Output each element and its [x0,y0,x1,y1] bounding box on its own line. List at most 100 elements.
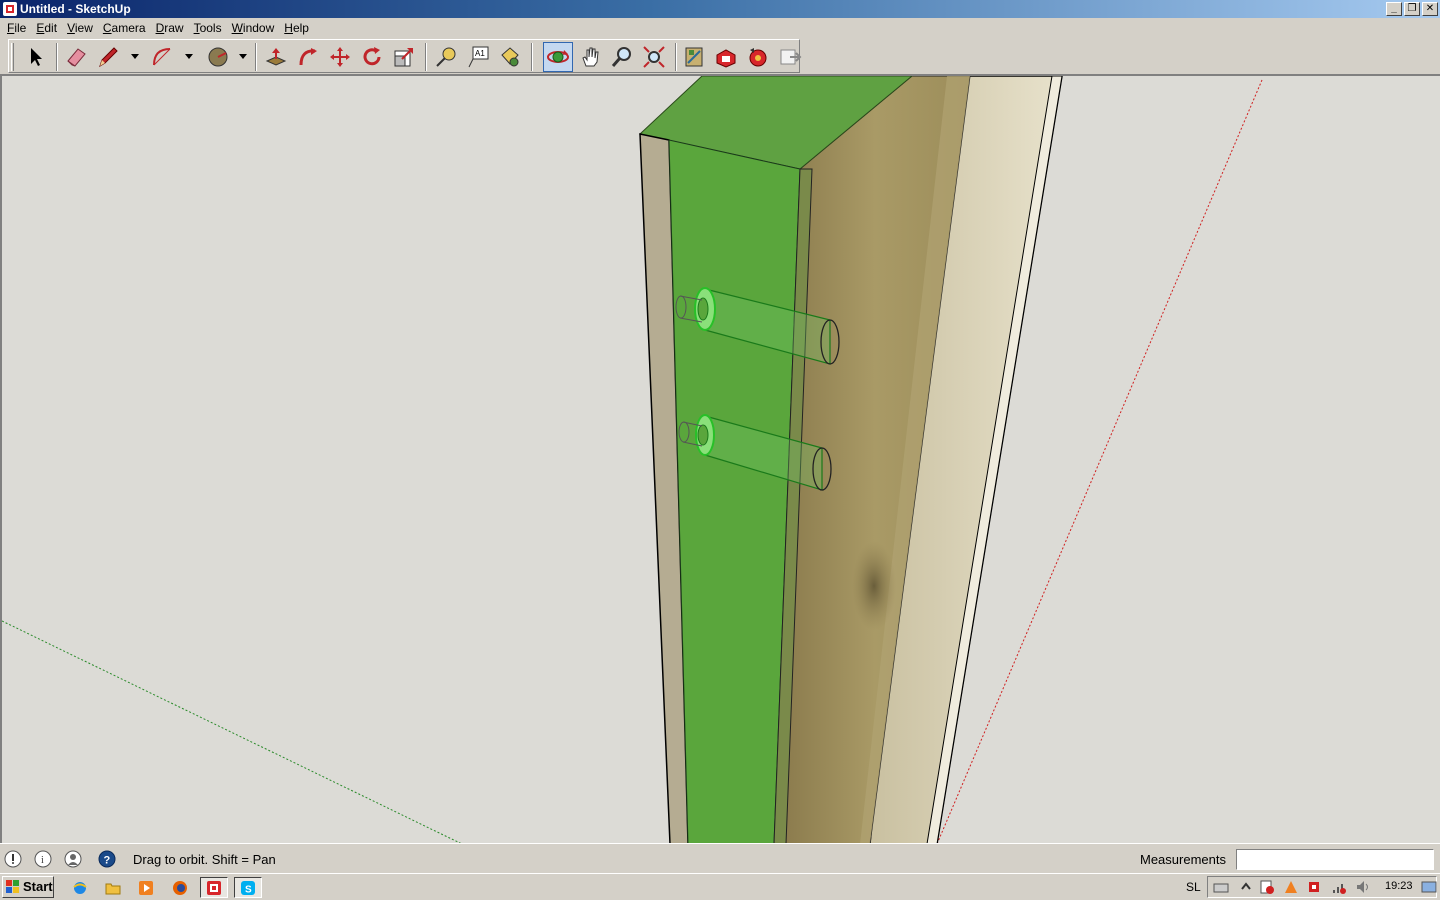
taskbar-skype[interactable]: S [234,877,262,898]
3d-warehouse[interactable] [679,42,709,72]
line-dropdown-icon[interactable] [130,51,140,61]
menu-tools[interactable]: Tools [189,18,227,38]
push-pull-icon [265,48,287,66]
dowel-lower-inner [697,424,709,446]
status-hint: Drag to orbit. Shift = Pan [133,852,276,867]
geolocation-icon[interactable] [4,850,22,868]
start-button[interactable]: Start [2,876,54,898]
push-pull-tool[interactable] [261,42,291,72]
shapes-dropdown-icon[interactable] [238,51,248,61]
menu-window[interactable]: Window [227,18,280,38]
scale-tool[interactable] [389,42,419,72]
scale-icon [394,48,413,67]
dowel-upper-inner [697,297,709,321]
menu-draw[interactable]: Draw [151,18,189,38]
layout-send[interactable] [775,42,805,72]
move-arrows-icon [330,47,350,67]
tape-measure-tool[interactable] [431,42,461,72]
taskbar-ie[interactable] [66,877,94,898]
eraser-tool[interactable] [61,42,91,72]
rotate-icon [363,47,381,66]
pan-tool[interactable] [575,42,605,72]
tray-warning-icon[interactable] [1259,879,1275,895]
menu-file[interactable]: File [2,18,31,38]
model-viewport[interactable] [0,75,1440,843]
network-icon[interactable] [1331,879,1347,895]
restore-icon[interactable]: ❐ [1404,2,1420,16]
keyboard-icon[interactable] [1213,879,1229,895]
svg-text:S: S [245,884,252,895]
help-icon[interactable]: ? [98,850,116,868]
layout-icon [780,49,802,65]
firefox-icon [173,880,187,895]
select-tool[interactable] [21,42,51,72]
arc-tool[interactable] [147,42,177,72]
language-indicator[interactable]: SL [1186,880,1201,894]
menu-bar: File Edit View Camera Draw Tools Window … [0,18,1440,38]
show-desktop-icon[interactable] [1421,879,1437,895]
orbit-icon [547,50,569,63]
paint-bucket-icon [501,47,519,67]
share-model-icon [716,49,736,68]
getting-started-toolbar: A1 [8,39,802,73]
svg-text:A1: A1 [475,49,485,58]
paint-bucket-tool[interactable] [495,42,525,72]
hand-icon [582,47,599,67]
orbit-tool[interactable] [543,42,573,72]
shapes-tool[interactable] [203,42,233,72]
zoom-extents-icon [643,46,665,68]
minimize-icon[interactable]: _ [1386,2,1402,16]
show-hidden-icons[interactable] [1238,879,1254,895]
svg-text:i: i [41,855,44,866]
tray-app-icon[interactable] [1283,879,1299,895]
svg-text:?: ? [104,855,111,867]
clock[interactable]: 19:23 [1385,880,1413,892]
tray-security-icon[interactable] [1306,879,1322,895]
arc-dropdown-icon[interactable] [184,51,194,61]
sketchup-logo-icon [3,2,17,16]
toolbar-area: A1 [0,38,1440,75]
text-tool[interactable]: A1 [463,42,493,72]
volume-icon[interactable] [1355,879,1371,895]
credits-icon[interactable]: i [34,850,52,868]
magnifier-icon [611,47,631,67]
follow-me-tool[interactable] [293,42,323,72]
window-title: Untitled - SketchUp [20,2,131,16]
start-label: Start [23,879,53,894]
status-bar: i ? Drag to orbit. Shift = Pan Measureme… [0,843,1440,873]
extension-warehouse-icon [749,48,767,67]
windows-taskbar: Start S SL 19:23 [0,873,1440,900]
measurements-label: Measurements [1140,852,1226,867]
wood-knot [852,541,896,631]
extension-warehouse[interactable] [743,42,773,72]
share-model[interactable] [711,42,741,72]
measurements-field[interactable] [1236,849,1434,870]
zoom-extents-tool[interactable] [639,42,669,72]
user-icon[interactable] [64,850,82,868]
arc-icon [153,48,171,66]
rotate-tool[interactable] [357,42,387,72]
close-icon[interactable]: ✕ [1422,2,1438,16]
menu-help[interactable]: Help [279,18,314,38]
taskbar-media-player[interactable] [132,877,160,898]
pencil-icon [99,47,118,68]
explorer-folder-icon [105,883,121,894]
taskbar-explorer[interactable] [99,877,127,898]
menu-edit[interactable]: Edit [31,18,62,38]
internet-explorer-icon [73,881,87,894]
follow-me-icon [299,48,317,66]
text-label-icon: A1 [468,46,489,68]
taskbar-firefox[interactable] [166,877,194,898]
eraser-icon [67,48,86,67]
toolbar-grip[interactable] [11,43,14,71]
zoom-tool[interactable] [607,42,637,72]
menu-camera[interactable]: Camera [98,18,151,38]
tape-measure-icon [436,47,456,67]
line-tool[interactable] [93,42,123,72]
menu-view[interactable]: View [62,18,98,38]
circle-icon [208,47,228,67]
taskbar-sketchup[interactable] [200,877,228,898]
move-tool[interactable] [325,42,355,72]
skype-icon: S [241,880,255,895]
windows-logo-icon [6,880,19,893]
